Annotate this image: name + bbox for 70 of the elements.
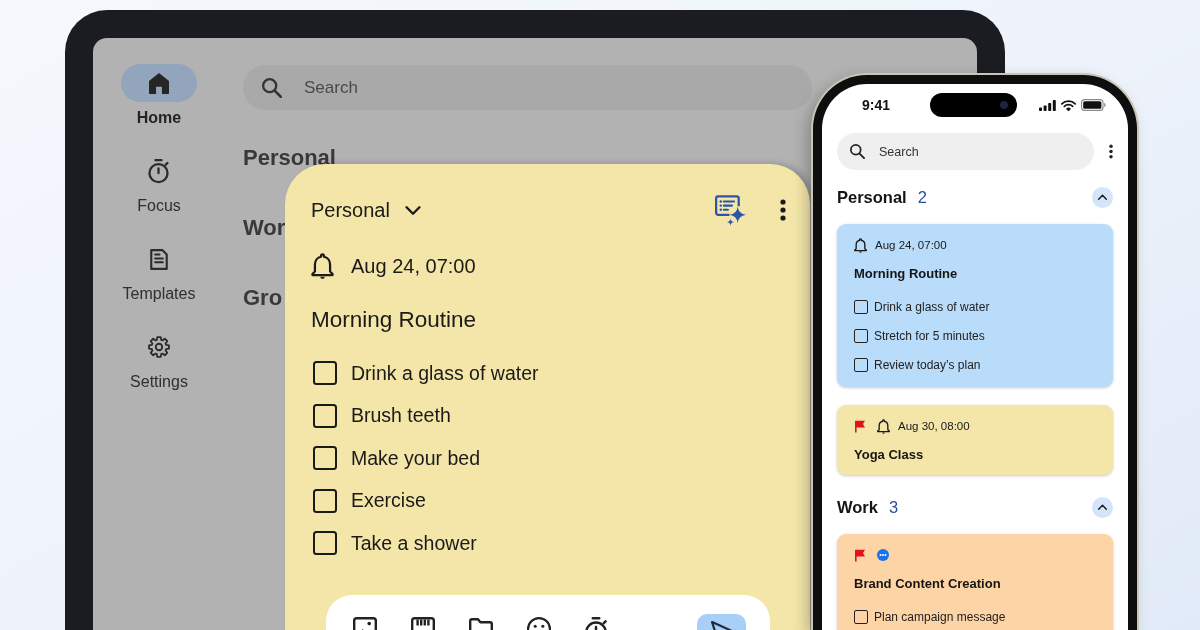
checkbox[interactable] bbox=[854, 300, 868, 314]
reminder-text: Aug 24, 07:00 bbox=[351, 254, 476, 278]
section-heading: Gro bbox=[243, 286, 283, 310]
nav-item[interactable]: Home bbox=[121, 64, 197, 128]
stopwatch-icon[interactable] bbox=[585, 617, 607, 630]
checkbox[interactable] bbox=[313, 531, 337, 556]
search-icon bbox=[262, 77, 282, 98]
note-title: Morning Routine bbox=[311, 306, 478, 334]
note-count: 3 bbox=[888, 497, 899, 517]
list-sparkle-icon[interactable] bbox=[715, 194, 746, 226]
send-button[interactable] bbox=[697, 614, 746, 630]
note-title: Yoga Class bbox=[854, 447, 925, 463]
nav-item[interactable]: Settings bbox=[130, 328, 188, 392]
task-text: Drink a glass of water bbox=[874, 300, 990, 314]
more-icon[interactable] bbox=[780, 199, 786, 221]
checkbox[interactable] bbox=[854, 610, 868, 624]
chevron-down-icon bbox=[404, 205, 421, 215]
checkbox[interactable] bbox=[313, 488, 337, 513]
search-icon bbox=[850, 144, 865, 159]
status-time: 9:41 bbox=[862, 97, 890, 113]
checkbox[interactable] bbox=[854, 358, 868, 372]
grid-icon[interactable] bbox=[411, 617, 435, 630]
task-text: Plan campaign message bbox=[874, 610, 1006, 624]
settings-icon bbox=[148, 336, 170, 358]
note-card[interactable]: Brand Content Creation Plan campaign message bbox=[837, 534, 1113, 630]
group-title: Work bbox=[837, 497, 878, 517]
task-text: Stretch for 5 minutes bbox=[874, 329, 985, 343]
wifi-icon bbox=[1061, 99, 1076, 111]
section-heading: Personal bbox=[243, 146, 336, 170]
group-title: Personal bbox=[837, 187, 907, 207]
collapse-button[interactable] bbox=[1092, 186, 1113, 208]
note-title: Brand Content Creation bbox=[854, 576, 1002, 592]
battery-icon bbox=[1081, 99, 1106, 111]
folder-icon[interactable] bbox=[469, 618, 493, 630]
checkbox[interactable] bbox=[313, 361, 337, 386]
note-count: 2 bbox=[917, 187, 927, 207]
collapse-button[interactable] bbox=[1092, 496, 1113, 518]
note-card[interactable]: Aug 24, 07:00 Morning Routine Drink a glass of water Stretch for 5 minutes Review today’s plan bbox=[837, 224, 1113, 387]
reminder-text: Aug 24, 07:00 bbox=[875, 239, 947, 251]
task-text: Review today’s plan bbox=[874, 358, 981, 372]
chevron-up-icon bbox=[1098, 504, 1107, 510]
bell-icon bbox=[311, 253, 334, 279]
task-text: Take a shower bbox=[351, 531, 477, 555]
signal-icon bbox=[1039, 99, 1056, 111]
image-icon[interactable] bbox=[353, 617, 377, 630]
smiley-icon[interactable] bbox=[527, 617, 551, 630]
note-card[interactable]: Aug 30, 08:00 Yoga Class bbox=[837, 405, 1113, 475]
search-field[interactable]: Search bbox=[837, 133, 1094, 170]
send-icon bbox=[710, 621, 733, 630]
stopwatch-icon bbox=[148, 158, 170, 184]
bell-icon bbox=[854, 237, 867, 253]
chevron-up-icon bbox=[1098, 194, 1107, 200]
more-icon[interactable] bbox=[1109, 144, 1113, 159]
category-dropdown[interactable]: Personal bbox=[311, 196, 421, 224]
task-text: Brush teeth bbox=[351, 404, 451, 428]
task-text: Make your bed bbox=[351, 446, 480, 470]
reminder-text: Aug 30, 08:00 bbox=[898, 420, 970, 432]
note-title: Morning Routine bbox=[854, 266, 959, 282]
nav-item[interactable]: Focus bbox=[137, 152, 181, 216]
checkbox[interactable] bbox=[854, 329, 868, 343]
home-icon bbox=[121, 64, 197, 102]
checkbox[interactable] bbox=[313, 446, 337, 471]
nav-item[interactable]: Templates bbox=[122, 240, 196, 304]
document-icon bbox=[150, 248, 168, 270]
checkbox[interactable] bbox=[313, 403, 337, 428]
bell-icon bbox=[877, 418, 890, 434]
task-text: Exercise bbox=[351, 489, 426, 513]
task-text: Drink a glass of water bbox=[351, 361, 539, 385]
search-field[interactable]: Search bbox=[243, 65, 812, 110]
section-heading: Wor bbox=[243, 216, 286, 240]
